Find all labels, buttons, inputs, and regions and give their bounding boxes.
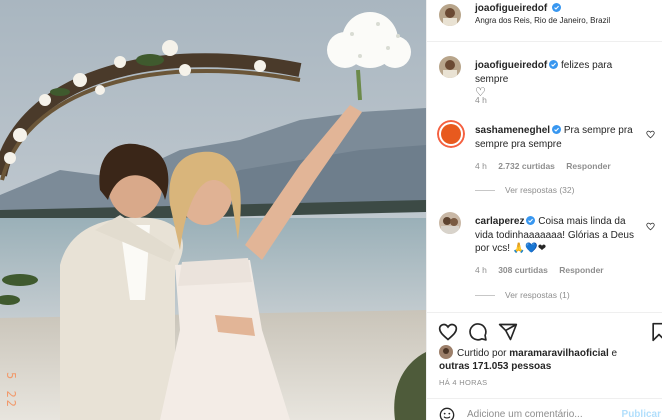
likes-prefix: Curtido por: [457, 348, 507, 359]
heart-icon[interactable]: [646, 222, 655, 231]
verified-icon: [549, 60, 559, 69]
comment-likes[interactable]: 2.732 curtidas: [498, 161, 555, 171]
commenter-avatar[interactable]: [439, 212, 461, 234]
emoji-icon[interactable]: [439, 407, 455, 420]
reply-button[interactable]: Responder: [559, 265, 603, 275]
comment-time[interactable]: 4 h: [475, 265, 487, 275]
likes-count[interactable]: outras 171.053 pessoas: [439, 361, 551, 372]
post-actions: [427, 312, 662, 346]
heart-icon[interactable]: [438, 322, 458, 342]
liker-avatar[interactable]: [439, 345, 453, 359]
post-location[interactable]: Angra dos Reis, Rio de Janeiro, Brazil: [475, 16, 610, 25]
post-header: joaofigueiredof Angra dos Reis, Rio de J…: [427, 0, 662, 42]
likes-summary: Curtido por maramaravilhaoficial e outra…: [439, 345, 649, 373]
verified-icon: [552, 125, 562, 134]
publish-button[interactable]: Publicar: [622, 409, 661, 420]
photo-date-stamp: 5 22: [4, 372, 18, 409]
likes-joiner: e: [611, 348, 618, 359]
caption-time[interactable]: 4 h: [475, 95, 487, 105]
post-photo[interactable]: 5 22: [0, 0, 426, 420]
wedding-photo-image: [0, 0, 426, 420]
comment-time[interactable]: 4 h: [475, 161, 487, 171]
caption-author-avatar[interactable]: [439, 56, 461, 78]
view-replies-button[interactable]: Ver respostas (32): [475, 185, 574, 195]
comment-author[interactable]: carlaperez: [475, 216, 524, 227]
view-replies-button[interactable]: Ver respostas (1): [475, 290, 570, 300]
comment-likes[interactable]: 308 curtidas: [498, 265, 548, 275]
commenter-avatar[interactable]: [437, 120, 465, 148]
add-comment-bar: Publicar: [427, 398, 662, 420]
share-icon[interactable]: [498, 322, 518, 342]
heart-icon[interactable]: [646, 130, 655, 139]
verified-icon: [552, 3, 562, 12]
liker-username[interactable]: maramaravilhaoficial: [509, 348, 609, 359]
post-sidebar: joaofigueiredof Angra dos Reis, Rio de J…: [426, 0, 662, 420]
bookmark-icon[interactable]: [649, 322, 662, 342]
reply-button[interactable]: Responder: [566, 161, 610, 171]
verified-icon: [526, 216, 536, 225]
comment-input[interactable]: [467, 409, 617, 420]
caption-author[interactable]: joaofigueiredof: [475, 60, 547, 71]
comment-author[interactable]: sashameneghel: [475, 125, 550, 136]
comment-icon[interactable]: [468, 322, 488, 342]
author-avatar[interactable]: [439, 4, 461, 26]
author-username[interactable]: joaofigueiredof: [475, 3, 547, 14]
post-timestamp[interactable]: HÁ 4 HORAS: [439, 378, 487, 387]
